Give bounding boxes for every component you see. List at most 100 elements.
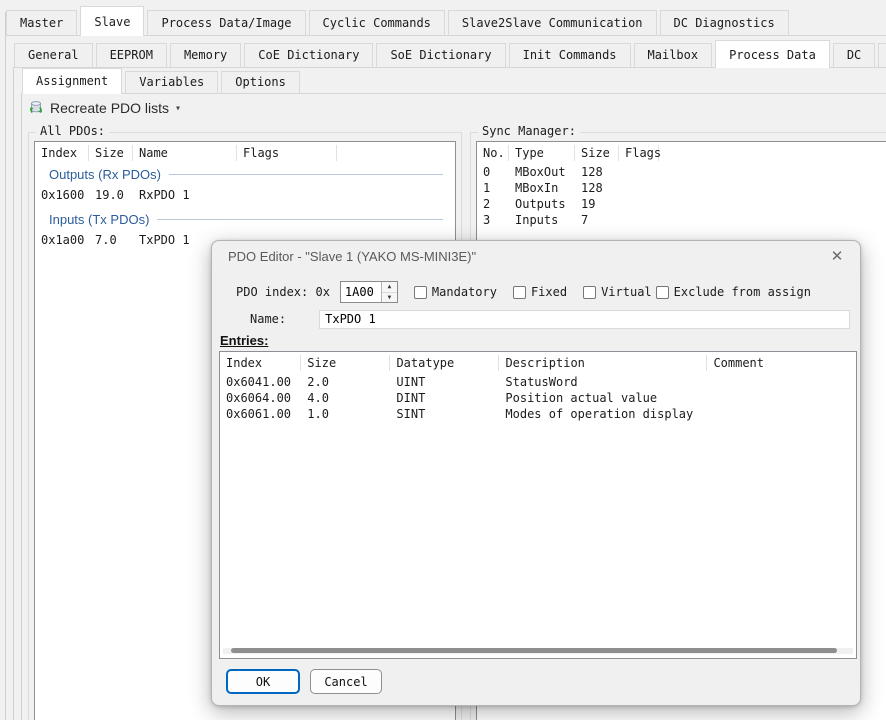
pdo-index-row: PDO index: 0x ▲ ▼ Mandatory Fixed Virtua…	[236, 281, 811, 303]
tab-general[interactable]: General	[14, 43, 93, 67]
sync-row-1[interactable]: 1 MBoxIn 128	[477, 180, 886, 196]
cell-size: 128	[575, 165, 619, 179]
pdo-index-label: PDO index: 0x	[236, 285, 330, 299]
tab-slave2slave-communication[interactable]: Slave2Slave Communication	[448, 10, 657, 35]
checkbox-virtual[interactable]: Virtual	[583, 285, 652, 299]
cell-index: 0x1600	[35, 188, 89, 202]
dropdown-arrow-icon[interactable]: ▾	[175, 103, 181, 114]
tab-assignment[interactable]: Assignment	[22, 68, 122, 94]
cell-description: Position actual value	[499, 391, 707, 405]
tab-cyclic-commands[interactable]: Cyclic Commands	[309, 10, 445, 35]
spin-up-icon[interactable]: ▲	[382, 282, 397, 293]
close-icon[interactable]: ✕	[826, 245, 848, 267]
scrollbar-thumb[interactable]	[231, 648, 837, 653]
entry-row-0x6041[interactable]: 0x6041.00 2.0 UINT StatusWord	[220, 374, 856, 390]
main-tab-bar: Master Slave Process Data/Image Cyclic C…	[6, 6, 789, 35]
spin-buttons: ▲ ▼	[381, 282, 397, 302]
cell-size: 19	[575, 197, 619, 211]
recreate-pdo-lists-button[interactable]: Recreate PDO lists ▾	[28, 97, 181, 119]
sync-row-2[interactable]: 2 Outputs 19	[477, 196, 886, 212]
column-header-type: Type	[509, 145, 575, 161]
horizontal-scrollbar[interactable]	[223, 648, 853, 654]
pdo-name-input[interactable]	[319, 310, 850, 329]
tab-variables[interactable]: Variables	[125, 71, 218, 93]
pdo-row-0x1600[interactable]: 0x1600 19.0 RxPDO 1	[35, 185, 455, 205]
column-header-size: Size	[301, 355, 390, 371]
checkbox-fixed[interactable]: Fixed	[513, 285, 567, 299]
column-header-no: No.	[477, 145, 509, 161]
cell-size: 2.0	[301, 375, 390, 389]
cell-datatype: UINT	[390, 375, 499, 389]
cell-datatype: SINT	[390, 407, 499, 421]
fixed-label: Fixed	[531, 285, 567, 299]
tab-dc[interactable]: DC	[833, 43, 875, 67]
exclude-label: Exclude from assign	[674, 285, 811, 299]
fixed-checkbox-box[interactable]	[513, 286, 526, 299]
group-rule	[169, 174, 443, 175]
column-header-description: Description	[499, 355, 707, 371]
cancel-button[interactable]: Cancel	[310, 669, 382, 694]
inputs-group-label: Inputs (Tx PDOs)	[49, 212, 149, 227]
ok-button[interactable]: OK	[226, 669, 300, 694]
tab-slave[interactable]: Slave	[80, 6, 144, 36]
tab-modules[interactable]: Modules	[878, 43, 886, 67]
cell-no: 2	[477, 197, 509, 211]
cell-index: 0x6041.00	[220, 375, 301, 389]
cell-index: 0x1a00	[35, 233, 89, 247]
tab-master[interactable]: Master	[6, 10, 77, 35]
checkbox-mandatory[interactable]: Mandatory	[414, 285, 497, 299]
column-header-name: Name	[133, 145, 237, 161]
tab-process-data[interactable]: Process Data	[715, 40, 830, 68]
cell-size: 7.0	[89, 233, 133, 247]
pdo-index-spinner: ▲ ▼	[340, 281, 398, 303]
cell-size: 128	[575, 181, 619, 195]
dialog-title: PDO Editor - "Slave 1 (YAKO MS-MINI3E)"	[228, 249, 826, 264]
tab-options[interactable]: Options	[221, 71, 300, 93]
outputs-group-label: Outputs (Rx PDOs)	[49, 167, 161, 182]
sync-row-0[interactable]: 0 MBoxOut 128	[477, 164, 886, 180]
all-pdos-header-row: Index Size Name Flags	[35, 142, 455, 164]
dialog-title-bar[interactable]: PDO Editor - "Slave 1 (YAKO MS-MINI3E)" …	[212, 241, 860, 271]
tab-mailbox[interactable]: Mailbox	[634, 43, 713, 67]
sync-manager-group-label: Sync Manager:	[478, 124, 580, 138]
spin-down-icon[interactable]: ▼	[382, 293, 397, 303]
cell-description: Modes of operation display	[499, 407, 707, 421]
pdo-editor-dialog: PDO Editor - "Slave 1 (YAKO MS-MINI3E)" …	[211, 240, 861, 706]
recreate-pdo-lists-label: Recreate PDO lists	[50, 100, 169, 116]
mandatory-checkbox-box[interactable]	[414, 286, 427, 299]
cell-datatype: DINT	[390, 391, 499, 405]
cell-size: 4.0	[301, 391, 390, 405]
panel-border	[5, 12, 6, 720]
tab-memory[interactable]: Memory	[170, 43, 241, 67]
recreate-pdo-lists-icon	[28, 100, 44, 116]
pdo-index-input[interactable]	[341, 282, 381, 302]
name-label: Name:	[250, 312, 286, 326]
cell-no: 1	[477, 181, 509, 195]
entry-row-0x6061[interactable]: 0x6061.00 1.0 SINT Modes of operation di…	[220, 406, 856, 422]
tab-soe-dictionary[interactable]: SoE Dictionary	[376, 43, 505, 67]
panel-border	[13, 67, 14, 720]
virtual-checkbox-box[interactable]	[583, 286, 596, 299]
cell-index: 0x6064.00	[220, 391, 301, 405]
exclude-checkbox-box[interactable]	[656, 286, 669, 299]
tab-init-commands[interactable]: Init Commands	[509, 43, 631, 67]
checkbox-exclude-from-assign[interactable]: Exclude from assign	[656, 285, 811, 299]
entries-header-row: Index Size Datatype Description Comment	[220, 352, 856, 374]
cell-type: Outputs	[509, 197, 575, 211]
cell-name: RxPDO 1	[133, 188, 237, 202]
tab-baseline	[21, 93, 886, 94]
entries-list[interactable]: Index Size Datatype Description Comment …	[219, 351, 857, 659]
tab-dc-diagnostics[interactable]: DC Diagnostics	[660, 10, 789, 35]
cell-type: MBoxIn	[509, 181, 575, 195]
column-header-index: Index	[35, 145, 89, 161]
sync-manager-header-row: No. Type Size Flags	[477, 142, 886, 164]
tab-process-data-image[interactable]: Process Data/Image	[147, 10, 305, 35]
tab-coe-dictionary[interactable]: CoE Dictionary	[244, 43, 373, 67]
tab-eeprom[interactable]: EEPROM	[96, 43, 167, 67]
sync-row-3[interactable]: 3 Inputs 7	[477, 212, 886, 228]
column-header-filler	[659, 145, 886, 161]
entry-row-0x6064[interactable]: 0x6064.00 4.0 DINT Position actual value	[220, 390, 856, 406]
cell-no: 0	[477, 165, 509, 179]
slave-tab-bar: General EEPROM Memory CoE Dictionary SoE…	[14, 40, 886, 67]
mandatory-label: Mandatory	[432, 285, 497, 299]
